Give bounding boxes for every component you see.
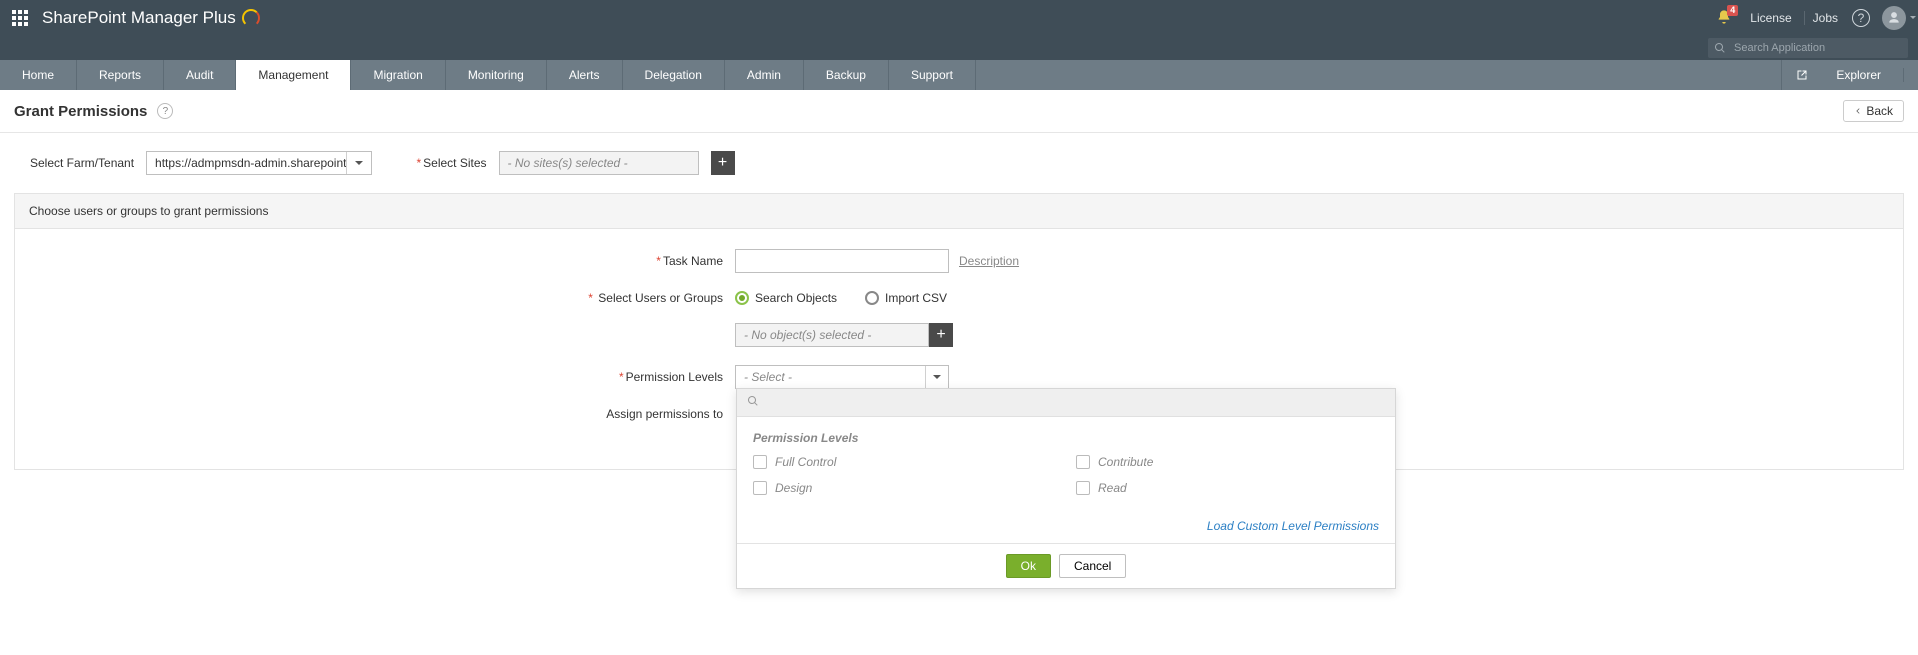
- grant-permissions-panel: Choose users or groups to grant permissi…: [14, 193, 1904, 470]
- jobs-link[interactable]: Jobs: [1804, 11, 1846, 25]
- farm-tenant-select[interactable]: https://admpmsdn-admin.sharepoint: [146, 151, 372, 175]
- nav-spacer: [976, 60, 1781, 90]
- nav-admin[interactable]: Admin: [725, 60, 804, 90]
- nav-migration[interactable]: Migration: [351, 60, 445, 90]
- brand-logo-icon: [242, 9, 260, 27]
- dropdown-title: Permission Levels: [753, 431, 1379, 445]
- permission-levels-dropdown: Permission Levels Full Control Contribut…: [736, 388, 1396, 589]
- checkbox-icon: [1076, 455, 1090, 469]
- permission-levels-select[interactable]: - Select - Permission Levels: [735, 365, 949, 389]
- explorer-icon: [1796, 69, 1808, 81]
- ok-button[interactable]: Ok: [1006, 554, 1051, 578]
- user-avatar[interactable]: [1882, 6, 1906, 30]
- search-icon[interactable]: [747, 395, 759, 407]
- farm-tenant-value: https://admpmsdn-admin.sharepoint: [155, 156, 346, 170]
- add-sites-button[interactable]: +: [711, 151, 735, 175]
- load-custom-permissions-link[interactable]: Load Custom Level Permissions: [1207, 519, 1379, 533]
- explorer-button[interactable]: Explorer: [1781, 60, 1918, 90]
- topbar: SharePoint Manager Plus 4 License Jobs ?: [0, 0, 1918, 36]
- task-name-label: *Task Name: [15, 254, 735, 268]
- checkbox-icon: [753, 481, 767, 495]
- page-header: Grant Permissions ? Back: [0, 90, 1918, 133]
- notification-bell-icon[interactable]: 4: [1716, 9, 1732, 28]
- search-application-input[interactable]: [1708, 38, 1908, 58]
- form-area: *Task Name Description * Select Users or…: [15, 229, 1903, 469]
- main-nav: Home Reports Audit Management Migration …: [0, 60, 1918, 90]
- dropdown-search-row: [737, 389, 1395, 417]
- apps-grid-icon[interactable]: [12, 10, 28, 26]
- farm-tenant-row: Select Farm/Tenant https://admpmsdn-admi…: [0, 133, 1918, 193]
- brand-title: SharePoint Manager Plus: [42, 8, 260, 28]
- nav-delegation[interactable]: Delegation: [623, 60, 725, 90]
- nav-management[interactable]: Management: [236, 60, 351, 90]
- radio-import-csv[interactable]: Import CSV: [865, 291, 947, 305]
- help-icon[interactable]: ?: [1852, 9, 1870, 27]
- nav-monitoring[interactable]: Monitoring: [446, 60, 547, 90]
- radio-on-icon: [735, 291, 749, 305]
- task-name-input[interactable]: [735, 249, 949, 273]
- assign-permissions-to-label: Assign permissions to: [15, 407, 735, 421]
- page-title: Grant Permissions: [14, 103, 147, 120]
- nav-backup[interactable]: Backup: [804, 60, 889, 90]
- back-button[interactable]: Back: [1843, 100, 1904, 122]
- search-icon: [1714, 42, 1726, 54]
- chevron-left-icon: [1854, 107, 1862, 115]
- chevron-down-icon: [346, 152, 363, 174]
- checkbox-icon: [1076, 481, 1090, 495]
- select-users-label: * Select Users or Groups: [15, 291, 735, 305]
- radio-search-objects[interactable]: Search Objects: [735, 291, 837, 305]
- topbar-search-row: [0, 36, 1918, 60]
- checkbox-contribute[interactable]: Contribute: [1076, 455, 1379, 469]
- radio-off-icon: [865, 291, 879, 305]
- chevron-down-icon: [925, 366, 947, 388]
- top-links: License Jobs: [1742, 11, 1846, 25]
- nav-reports[interactable]: Reports: [77, 60, 164, 90]
- nav-support[interactable]: Support: [889, 60, 976, 90]
- sites-selected-box: - No sites(s) selected -: [499, 151, 699, 175]
- nav-home[interactable]: Home: [0, 60, 77, 90]
- checkbox-design[interactable]: Design: [753, 481, 1056, 495]
- checkbox-icon: [753, 455, 767, 469]
- page-help-icon[interactable]: ?: [157, 103, 173, 119]
- farm-tenant-label: Select Farm/Tenant: [30, 156, 134, 170]
- notification-badge: 4: [1727, 5, 1738, 16]
- permission-levels-label: *Permission Levels: [15, 370, 735, 384]
- cancel-button[interactable]: Cancel: [1059, 554, 1126, 578]
- panel-header: Choose users or groups to grant permissi…: [15, 194, 1903, 229]
- description-link[interactable]: Description: [959, 254, 1019, 268]
- checkbox-full-control[interactable]: Full Control: [753, 455, 1056, 469]
- objects-selected-box: - No object(s) selected -: [735, 323, 929, 347]
- checkbox-read[interactable]: Read: [1076, 481, 1379, 495]
- license-link[interactable]: License: [1742, 11, 1799, 25]
- nav-alerts[interactable]: Alerts: [547, 60, 623, 90]
- add-objects-button[interactable]: +: [929, 323, 953, 347]
- select-sites-label: *Select Sites: [416, 156, 486, 170]
- nav-audit[interactable]: Audit: [164, 60, 236, 90]
